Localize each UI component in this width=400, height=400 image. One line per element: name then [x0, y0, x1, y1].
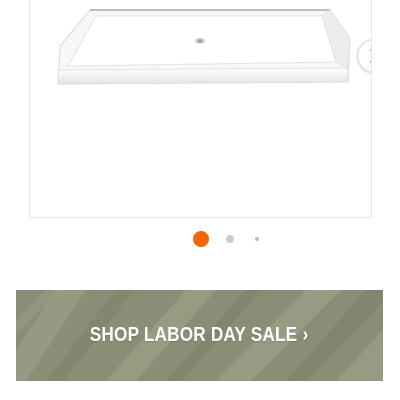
- product-page: SHOP LABOR DAY SALE ›: [0, 0, 400, 400]
- carousel-dots: [0, 231, 400, 249]
- chevron-right-icon: [370, 49, 371, 63]
- shower-base-image[interactable]: [30, 0, 371, 217]
- carousel-dot-active[interactable]: [193, 231, 209, 247]
- chevron-right-icon: ›: [302, 324, 309, 346]
- labor-day-sale-banner[interactable]: SHOP LABOR DAY SALE ›: [16, 290, 383, 381]
- promo-label: SHOP LABOR DAY SALE ›: [90, 324, 309, 347]
- carousel-dot[interactable]: [255, 237, 259, 241]
- carousel-dot[interactable]: [226, 235, 234, 243]
- product-image-card: [29, 0, 372, 218]
- promo-label-text: SHOP LABOR DAY SALE: [90, 324, 298, 346]
